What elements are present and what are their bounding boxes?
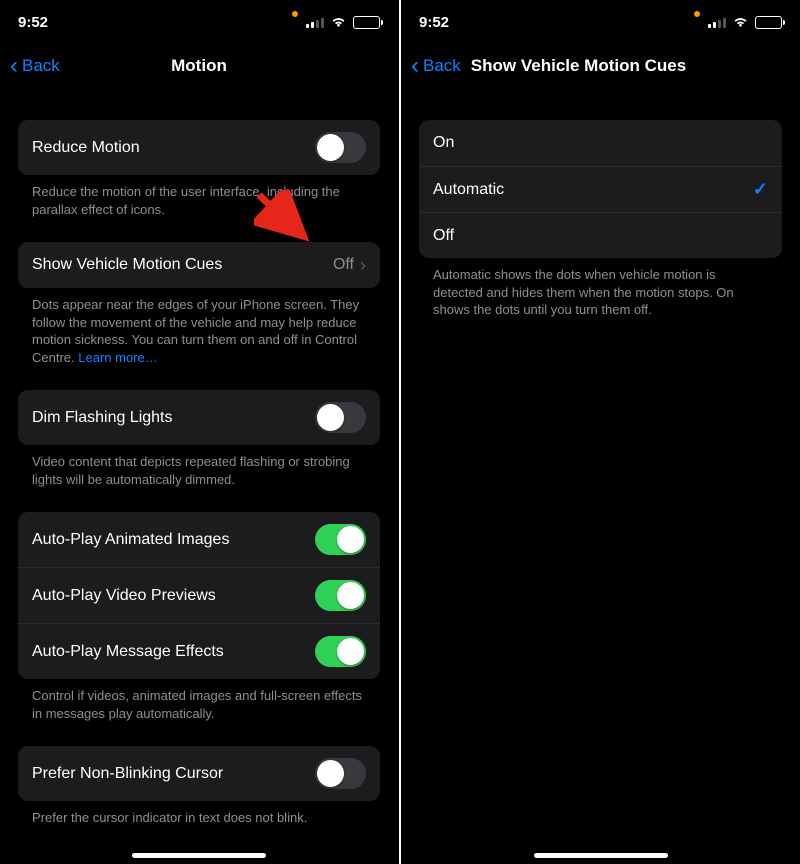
back-button[interactable]: ‹ Back <box>10 54 60 78</box>
home-indicator[interactable] <box>534 853 668 858</box>
home-indicator[interactable] <box>132 853 266 858</box>
dim-flashing-label: Dim Flashing Lights <box>32 409 315 427</box>
back-label: Back <box>423 56 461 76</box>
autoplay-effects-label: Auto-Play Message Effects <box>32 643 315 661</box>
vehicle-cues-footer: Dots appear near the edges of your iPhon… <box>18 288 380 366</box>
option-automatic-row[interactable]: Automatic ✓ <box>419 166 782 212</box>
recording-indicator-icon <box>694 11 700 17</box>
content-scroll[interactable]: On Automatic ✓ Off Automatic shows the d… <box>401 88 800 319</box>
status-bar: 9:52 <box>0 0 398 44</box>
options-group: On Automatic ✓ Off <box>419 120 782 258</box>
vehicle-cues-label: Show Vehicle Motion Cues <box>32 256 333 274</box>
wifi-icon <box>330 16 347 28</box>
motion-settings-screen: 9:52 ‹ Back Motion Reduce <box>0 0 399 864</box>
autoplay-footer: Control if videos, animated images and f… <box>18 679 380 722</box>
dim-flashing-row[interactable]: Dim Flashing Lights <box>18 390 380 445</box>
dim-flashing-toggle[interactable] <box>315 402 366 433</box>
back-button[interactable]: ‹ Back <box>411 54 461 78</box>
dim-flashing-group: Dim Flashing Lights <box>18 390 380 445</box>
chevron-right-icon: › <box>360 256 366 274</box>
vehicle-cues-group: Show Vehicle Motion Cues Off › <box>18 242 380 288</box>
autoplay-images-toggle[interactable] <box>315 524 366 555</box>
vehicle-cues-value: Off <box>333 256 354 274</box>
cellular-signal-icon <box>708 16 726 28</box>
autoplay-video-toggle[interactable] <box>315 580 366 611</box>
option-off-label: Off <box>433 227 768 245</box>
recording-indicator-icon <box>292 11 298 17</box>
reduce-motion-group: Reduce Motion <box>18 120 380 175</box>
vehicle-cues-row[interactable]: Show Vehicle Motion Cues Off › <box>18 242 380 288</box>
option-off-row[interactable]: Off <box>419 212 782 258</box>
content-scroll[interactable]: Reduce Motion Reduce the motion of the u… <box>0 88 398 827</box>
option-on-row[interactable]: On <box>419 120 782 166</box>
battery-icon <box>353 16 380 29</box>
battery-icon <box>755 16 782 29</box>
option-automatic-label: Automatic <box>433 181 753 199</box>
chevron-left-icon: ‹ <box>411 54 419 78</box>
chevron-left-icon: ‹ <box>10 54 18 78</box>
status-time: 9:52 <box>18 14 98 31</box>
option-on-label: On <box>433 134 768 152</box>
autoplay-video-row[interactable]: Auto-Play Video Previews <box>18 567 380 623</box>
learn-more-link[interactable]: Learn more… <box>78 350 157 365</box>
autoplay-images-row[interactable]: Auto-Play Animated Images <box>18 512 380 567</box>
autoplay-video-label: Auto-Play Video Previews <box>32 587 315 605</box>
autoplay-effects-toggle[interactable] <box>315 636 366 667</box>
checkmark-icon: ✓ <box>753 179 768 200</box>
cursor-label: Prefer Non-Blinking Cursor <box>32 765 315 783</box>
reduce-motion-toggle[interactable] <box>315 132 366 163</box>
nav-bar: ‹ Back Motion <box>0 44 398 88</box>
back-label: Back <box>22 56 60 76</box>
dim-flashing-footer: Video content that depicts repeated flas… <box>18 445 380 488</box>
reduce-motion-row[interactable]: Reduce Motion <box>18 120 380 175</box>
cursor-footer: Prefer the cursor indicator in text does… <box>18 801 380 827</box>
status-bar: 9:52 <box>401 0 800 44</box>
cursor-toggle[interactable] <box>315 758 366 789</box>
cellular-signal-icon <box>306 16 324 28</box>
reduce-motion-footer: Reduce the motion of the user interface,… <box>18 175 380 218</box>
page-title: Show Vehicle Motion Cues <box>461 56 790 76</box>
status-time: 9:52 <box>419 14 499 31</box>
cursor-group: Prefer Non-Blinking Cursor <box>18 746 380 801</box>
autoplay-effects-row[interactable]: Auto-Play Message Effects <box>18 623 380 679</box>
autoplay-group: Auto-Play Animated Images Auto-Play Vide… <box>18 512 380 679</box>
options-footer: Automatic shows the dots when vehicle mo… <box>419 258 782 319</box>
reduce-motion-label: Reduce Motion <box>32 139 315 157</box>
wifi-icon <box>732 16 749 28</box>
nav-bar: ‹ Back Show Vehicle Motion Cues <box>401 44 800 88</box>
vehicle-cues-screen: 9:52 ‹ Back Show Vehicle Motion Cues <box>401 0 800 864</box>
autoplay-images-label: Auto-Play Animated Images <box>32 531 315 549</box>
cursor-row[interactable]: Prefer Non-Blinking Cursor <box>18 746 380 801</box>
